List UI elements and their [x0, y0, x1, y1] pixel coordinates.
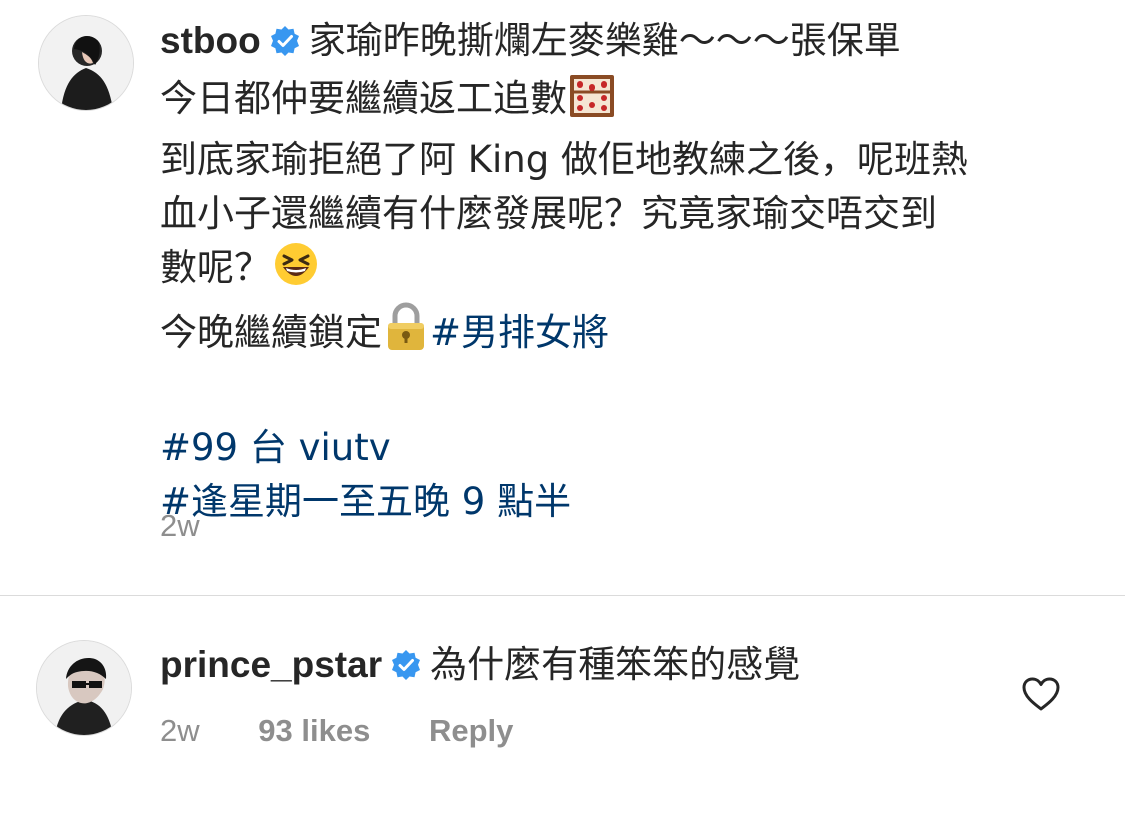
comment-likes-count[interactable]: 93 likes: [258, 713, 370, 748]
like-heart-icon[interactable]: [1021, 676, 1061, 716]
caption-line-6: 今晚繼續鎖定 #男排女將: [160, 302, 1090, 367]
section-divider: [0, 595, 1125, 596]
post-caption: stboo 家瑜昨晚撕爛左麥樂雞～～～張保單 今日都仲要繼續返工追數 到底家瑜拒絕…: [160, 14, 1090, 529]
hashtag-link[interactable]: #99 台 viutv: [160, 421, 1090, 475]
post-username[interactable]: stboo: [160, 20, 261, 61]
stboo-avatar[interactable]: [38, 15, 134, 111]
verified-badge-icon: [269, 18, 301, 72]
comment-timestamp[interactable]: 2w: [160, 713, 200, 748]
grinning-squinting-face-emoji-icon: [273, 241, 319, 302]
post-timestamp[interactable]: 2w: [160, 508, 200, 544]
comment-username[interactable]: prince_pstar: [160, 644, 382, 685]
abacus-emoji-icon: [569, 74, 615, 133]
comment-meta-row: 2w 93 likes Reply: [160, 713, 563, 749]
hashtag-link[interactable]: #男排女將: [430, 311, 609, 354]
caption-line-5: 數呢？: [160, 241, 1090, 302]
caption-line-4: 血小子還繼續有什麼發展呢？究竟家瑜交唔交到: [160, 192, 937, 235]
comment-body: prince_pstar 為什麼有種笨笨的感覺: [160, 640, 800, 694]
caption-line-2: 今日都仲要繼續返工追數: [160, 72, 1090, 133]
caption-text-line-2: 今日都仲要繼續返工追數: [160, 77, 567, 120]
profile-photo-icon: [39, 16, 133, 110]
comment-text: 為什麼有種笨笨的感覺: [430, 643, 801, 686]
profile-photo-icon: [37, 641, 131, 735]
lock-emoji-icon: [384, 302, 428, 367]
hashtag-link[interactable]: #逢星期一至五晚 9 點半: [160, 475, 1090, 529]
reply-button[interactable]: Reply: [429, 713, 513, 748]
caption-line-1: stboo 家瑜昨晚撕爛左麥樂雞～～～張保單: [160, 14, 1090, 72]
caption-line-3: 到底家瑜拒絕了阿 King 做佢地教練之後，呢班熱: [160, 138, 969, 181]
verified-badge-icon: [390, 644, 422, 694]
caption-text-line-5: 數呢？: [160, 246, 271, 289]
caption-text-line-6: 今晚繼續鎖定: [160, 311, 382, 354]
caption-text-line-1: 家瑜昨晚撕爛左麥樂雞～～～張保單: [308, 19, 901, 62]
prince_pstar-avatar[interactable]: [36, 640, 132, 736]
